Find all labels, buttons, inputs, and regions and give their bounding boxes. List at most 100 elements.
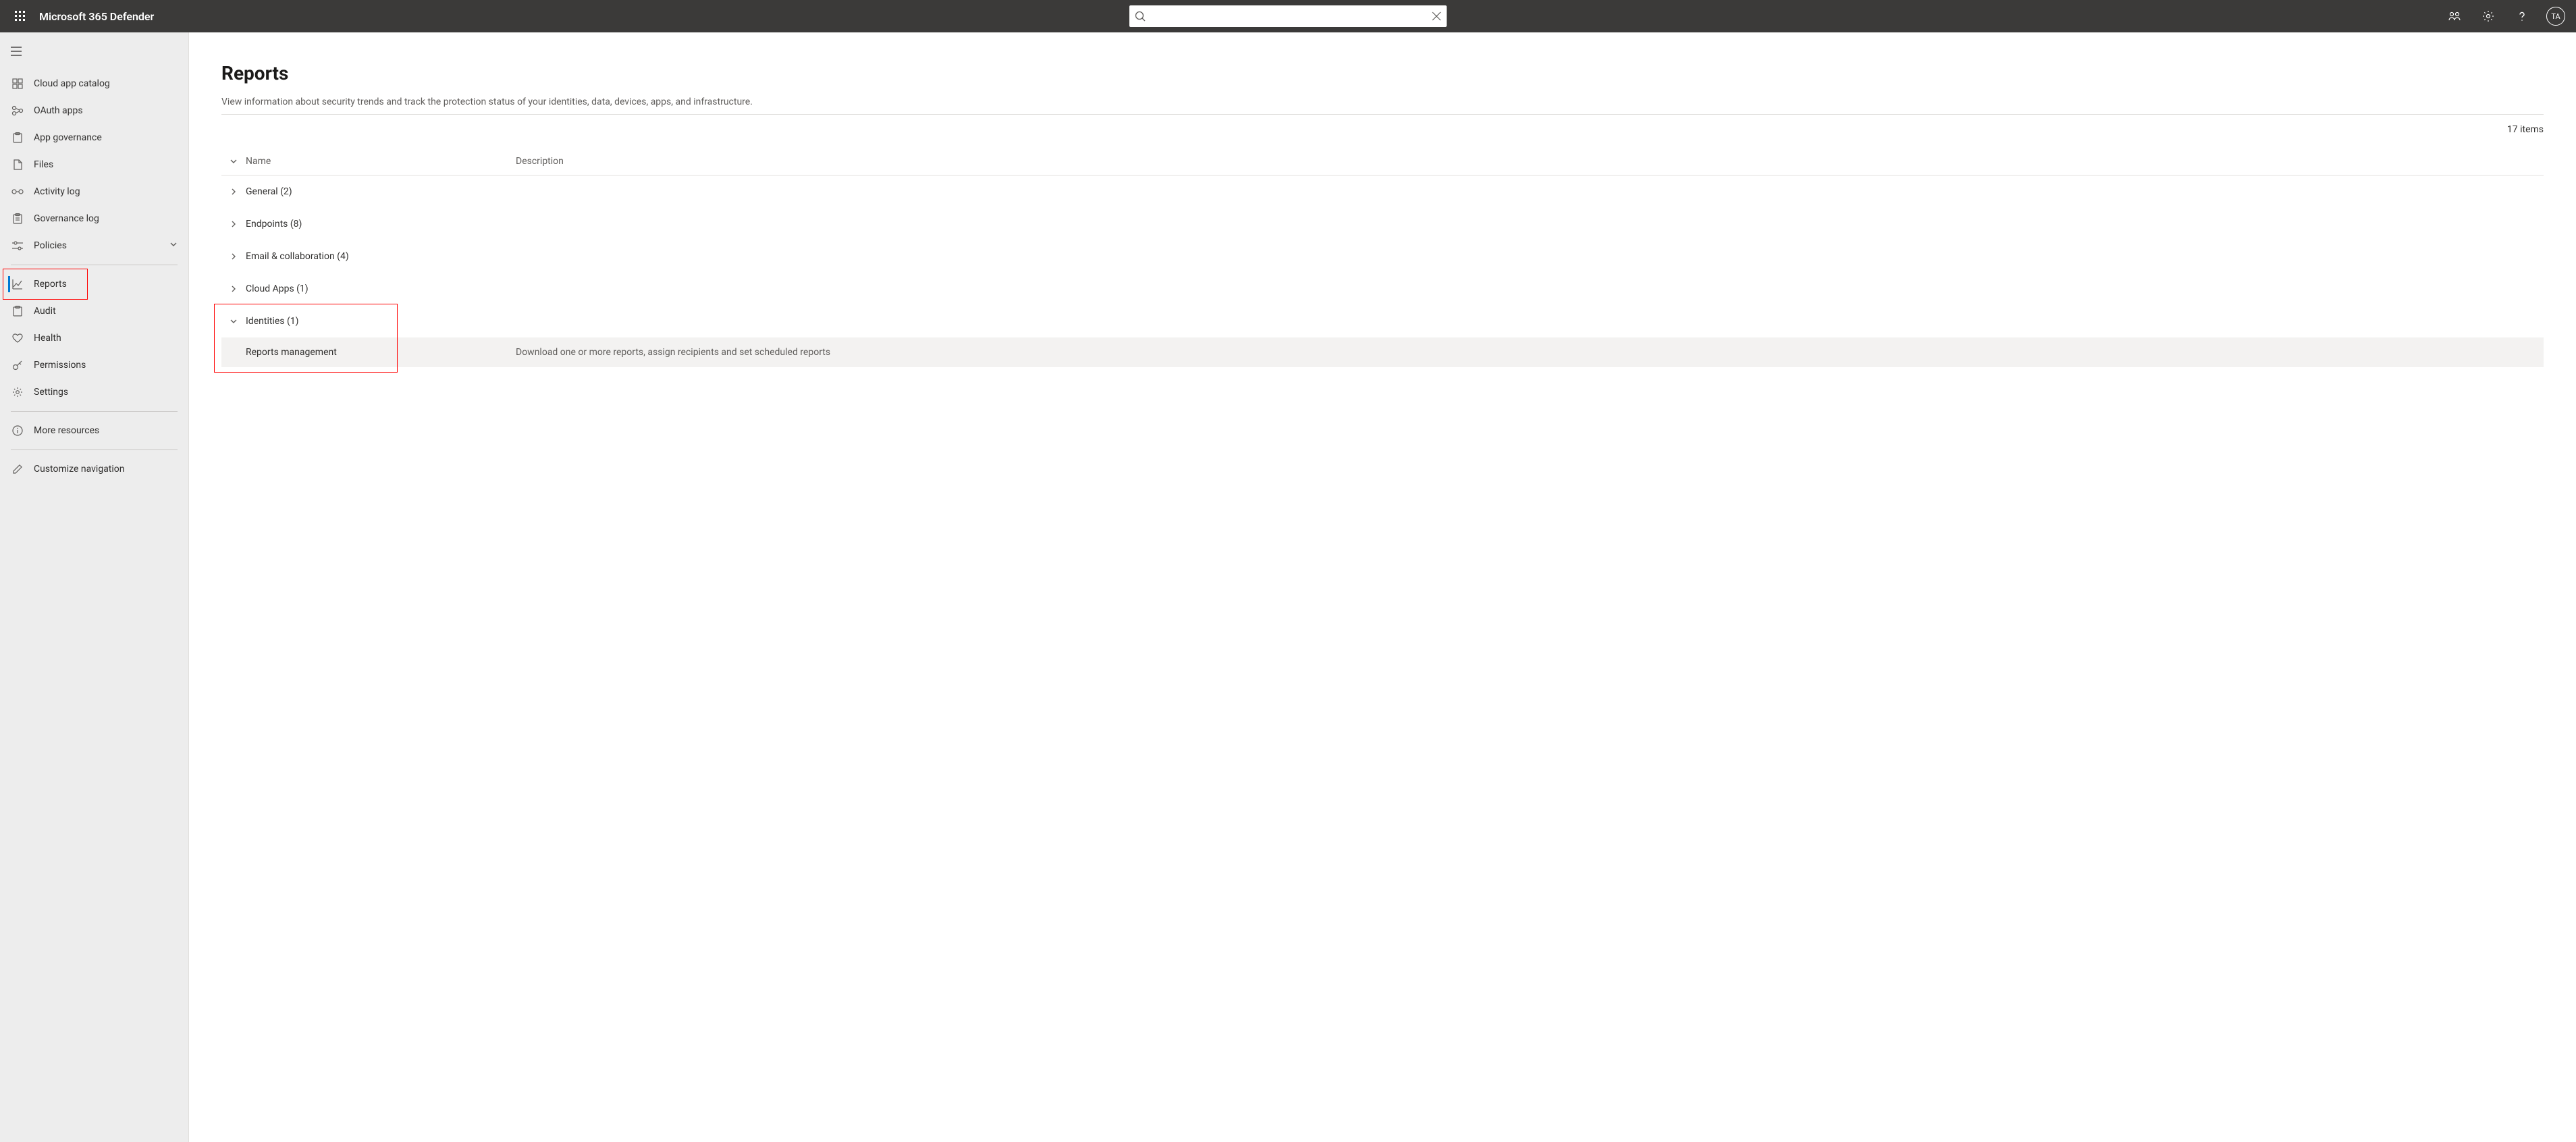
group-expand-toggle[interactable] (221, 188, 246, 196)
report-description: Download one or more reports, assign rec… (516, 347, 2544, 358)
clipboard-icon (11, 131, 24, 144)
expand-all-toggle[interactable] (221, 157, 246, 165)
column-header-description[interactable]: Description (516, 156, 2544, 167)
group-expand-toggle[interactable] (221, 285, 246, 293)
group-row-identities[interactable]: Identities (1) (221, 305, 2544, 337)
sidebar-item-policies[interactable]: Policies (0, 232, 188, 259)
account-button[interactable]: TA (2540, 0, 2572, 32)
reports-table: Name Description General (2) Endpoints (… (221, 147, 2544, 367)
sidebar-item-app-governance[interactable]: App governance (0, 124, 188, 151)
chevron-right-icon (230, 252, 238, 261)
sidebar-item-label: More resources (34, 425, 180, 436)
clear-search-icon[interactable] (1432, 11, 1441, 21)
group-row-email-collaboration[interactable]: Email & collaboration (4) (221, 240, 2544, 273)
group-row-cloud-apps[interactable]: Cloud Apps (1) (221, 273, 2544, 305)
chart-icon (11, 277, 24, 291)
chevron-right-icon (230, 220, 238, 228)
group-label: Endpoints (8) (246, 219, 516, 229)
app-launcher-button[interactable] (4, 0, 36, 32)
clipboard-icon (11, 212, 24, 225)
sidebar-item-governance-log[interactable]: Governance log (0, 205, 188, 232)
heart-icon (11, 331, 24, 345)
hamburger-icon (11, 47, 22, 56)
help-button[interactable] (2506, 0, 2538, 32)
sidebar-item-label: OAuth apps (34, 105, 180, 116)
info-icon (11, 424, 24, 437)
sidebar-item-permissions[interactable]: Permissions (0, 352, 188, 379)
nav-section-upper: Cloud app catalog OAuth apps (0, 65, 188, 259)
chevron-right-icon (230, 188, 238, 196)
settings-button[interactable] (2472, 0, 2504, 32)
activity-icon (11, 185, 24, 198)
shell: Cloud app catalog OAuth apps (0, 32, 2576, 1142)
file-icon (11, 158, 24, 171)
nav-collapse-button[interactable] (0, 38, 32, 65)
left-nav: Cloud app catalog OAuth apps (0, 32, 189, 1142)
search-box[interactable] (1129, 5, 1447, 27)
sidebar-item-label: App governance (34, 132, 180, 143)
avatar-initials: TA (2551, 12, 2560, 21)
page-title: Reports (221, 62, 2544, 84)
column-header-name[interactable]: Name (246, 156, 516, 167)
sidebar-item-label: Governance log (34, 213, 180, 224)
search-icon (1135, 11, 1146, 22)
top-bar: Microsoft 365 Defender (0, 0, 2576, 32)
clipboard-icon (11, 304, 24, 318)
group-collapse-toggle[interactable] (221, 317, 246, 325)
report-name: Reports management (246, 347, 516, 358)
avatar: TA (2546, 7, 2565, 26)
sidebar-item-label: Activity log (34, 186, 180, 197)
sidebar-item-reports[interactable]: Reports (0, 271, 188, 298)
sidebar-item-health[interactable]: Health (0, 325, 188, 352)
sidebar-item-oauth-apps[interactable]: OAuth apps (0, 97, 188, 124)
sidebar-item-label: Permissions (34, 360, 180, 371)
sidebar-item-files[interactable]: Files (0, 151, 188, 178)
gear-icon (2482, 10, 2494, 22)
oauth-icon (11, 104, 24, 117)
sidebar-item-label: Settings (34, 387, 180, 398)
group-row-endpoints[interactable]: Endpoints (8) (221, 208, 2544, 240)
sidebar-item-more-resources[interactable]: More resources (0, 417, 188, 444)
sidebar-item-label: Policies (34, 240, 169, 251)
group-expand-toggle[interactable] (221, 220, 246, 228)
community-button[interactable] (2438, 0, 2471, 32)
sidebar-item-label: Audit (34, 306, 180, 317)
group-expand-toggle[interactable] (221, 252, 246, 261)
chevron-right-icon (230, 285, 238, 293)
title-divider (221, 114, 2544, 115)
sidebar-item-label: Files (34, 159, 180, 170)
group-row-general[interactable]: General (2) (221, 175, 2544, 208)
page-description: View information about security trends a… (221, 97, 2544, 107)
main-content: Reports View information about security … (189, 32, 2576, 1142)
item-count: 17 items (221, 124, 2544, 135)
community-icon (2448, 10, 2461, 22)
group-label: Email & collaboration (4) (246, 251, 516, 262)
waffle-icon (15, 11, 26, 22)
product-title: Microsoft 365 Defender (39, 10, 154, 23)
header-actions: TA (2438, 0, 2572, 32)
edit-icon (11, 462, 24, 476)
sidebar-item-customize-navigation[interactable]: Customize navigation (0, 456, 188, 483)
grid-app-icon (11, 77, 24, 90)
nav-divider (11, 411, 178, 412)
chevron-down-icon (230, 157, 238, 165)
help-icon (2516, 10, 2528, 22)
sidebar-item-cloud-app-catalog[interactable]: Cloud app catalog (0, 70, 188, 97)
group-label: Identities (1) (246, 316, 516, 327)
sidebar-item-audit[interactable]: Audit (0, 298, 188, 325)
sidebar-item-label: Customize navigation (34, 464, 180, 474)
sliders-icon (11, 239, 24, 252)
reports-table-wrapper: Name Description General (2) Endpoints (… (221, 147, 2544, 367)
sidebar-item-label: Health (34, 333, 180, 344)
key-icon (11, 358, 24, 372)
chevron-down-icon (169, 240, 180, 251)
group-label: General (2) (246, 186, 516, 197)
sidebar-item-settings[interactable]: Settings (0, 379, 188, 406)
chevron-down-icon (230, 317, 238, 325)
report-row-reports-management[interactable]: Reports management Download one or more … (221, 337, 2544, 367)
sidebar-item-activity-log[interactable]: Activity log (0, 178, 188, 205)
search-input[interactable] (1151, 11, 1426, 22)
sidebar-item-label: Reports (34, 279, 180, 290)
sidebar-item-reports-wrapper: Reports (0, 271, 188, 298)
gear-icon (11, 385, 24, 399)
